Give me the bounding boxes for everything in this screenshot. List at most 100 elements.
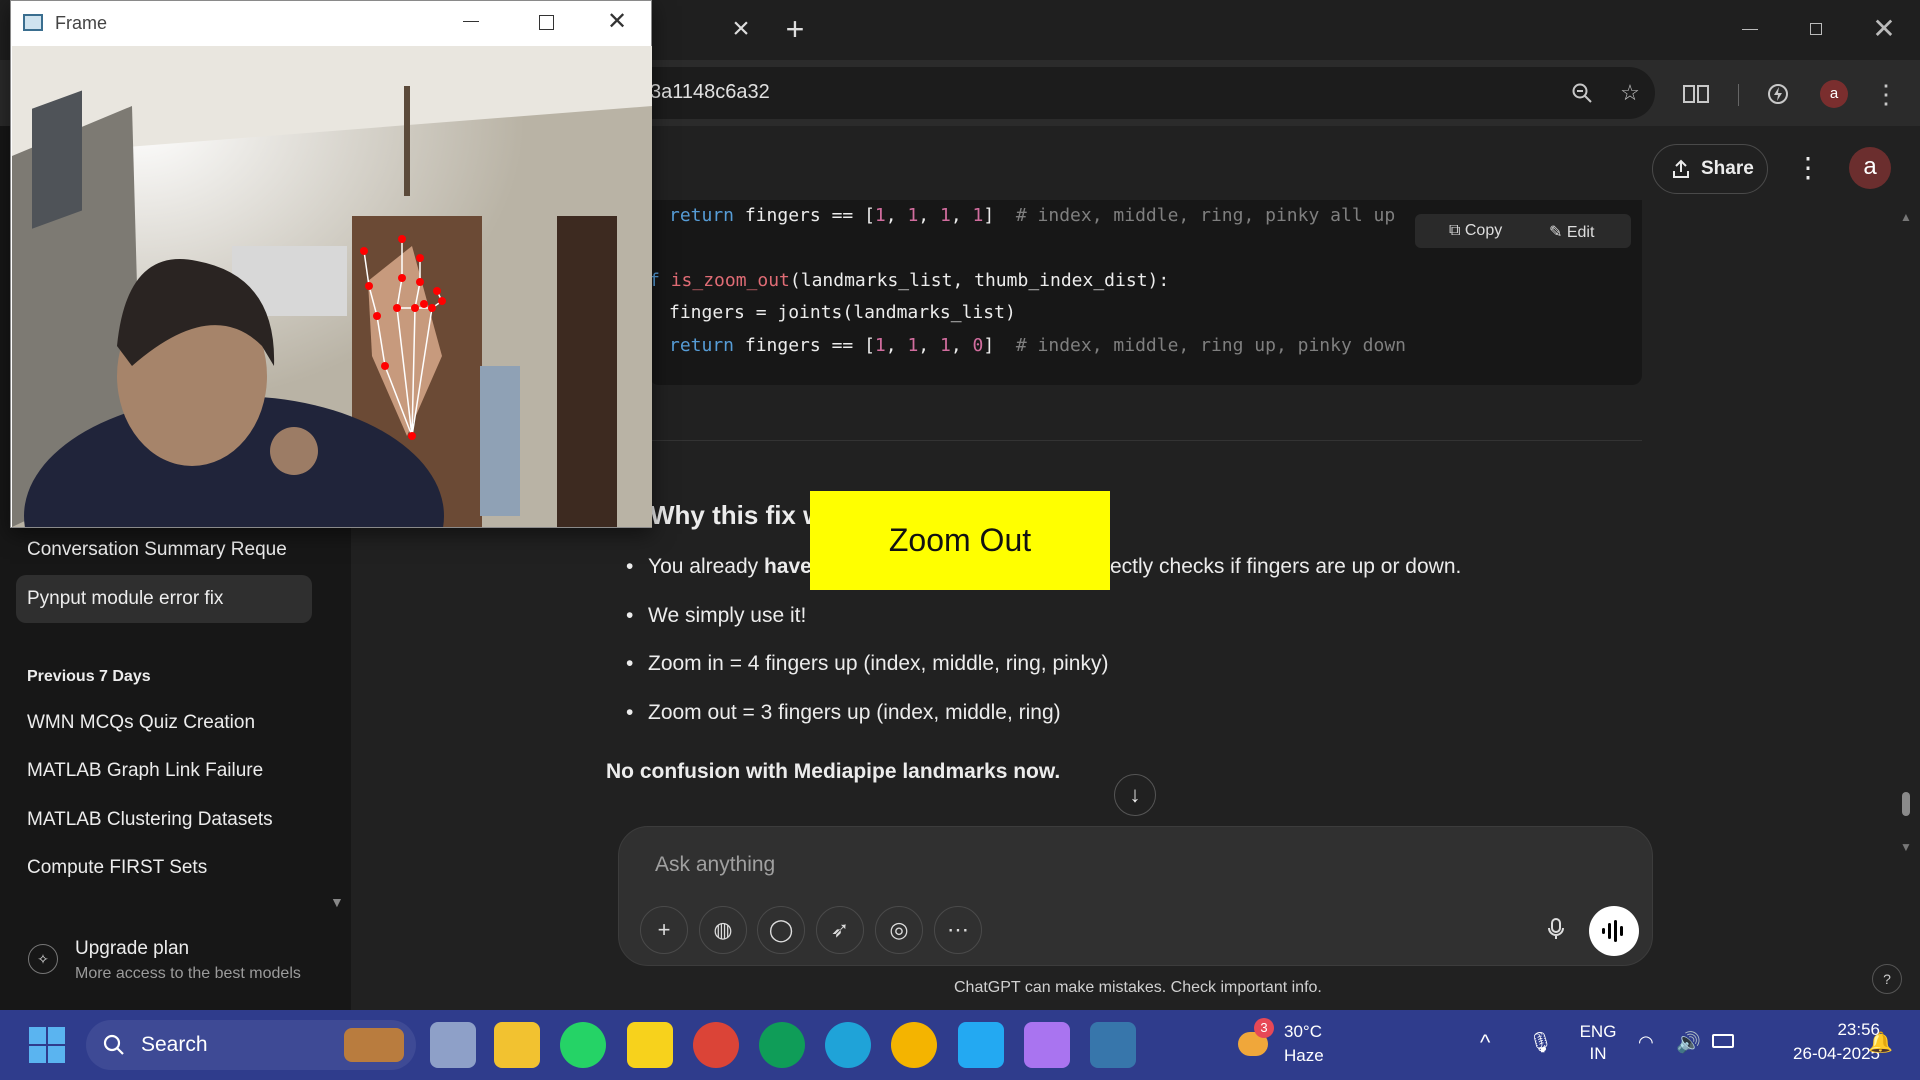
sidebar-item-label: Compute FIRST Sets bbox=[27, 857, 208, 878]
weather-temp: 30°C bbox=[1284, 1022, 1322, 1041]
notifications-icon[interactable]: 🔔 bbox=[1868, 1030, 1893, 1055]
frame-maximize-button[interactable] bbox=[539, 15, 554, 30]
answer-bullet: You already have bbox=[626, 555, 812, 579]
zoom-magnifier-icon[interactable] bbox=[1562, 73, 1602, 113]
start-button[interactable] bbox=[28, 1026, 66, 1064]
edit-code-button[interactable]: ✎ Edit bbox=[1549, 222, 1594, 242]
gesture-overlay-label: Zoom Out bbox=[810, 491, 1110, 590]
upgrade-subtitle: More access to the best models bbox=[75, 965, 301, 982]
answer-bullet-continued: ectly checks if fingers are up or down. bbox=[1110, 555, 1462, 578]
task-view-icon[interactable] bbox=[430, 1022, 476, 1068]
sidebar-item-label: MATLAB Clustering Datasets bbox=[27, 809, 273, 830]
browser-profile-avatar[interactable]: a bbox=[1820, 80, 1848, 108]
python-icon[interactable] bbox=[1090, 1022, 1136, 1068]
scroll-down-arrow-icon[interactable]: ▼ bbox=[1900, 840, 1912, 854]
whatsapp-icon[interactable] bbox=[560, 1022, 606, 1068]
chrome-icon[interactable] bbox=[693, 1022, 739, 1068]
taskbar-search-box[interactable]: Search bbox=[86, 1020, 416, 1070]
window-app-icon bbox=[23, 14, 43, 31]
sidebar-item-matlab-clustering[interactable]: MATLAB Clustering Datasets bbox=[16, 796, 312, 844]
clock[interactable]: 23:56 26-04-2025 bbox=[1756, 1020, 1880, 1070]
sidebar-item-first-sets[interactable]: Compute FIRST Sets bbox=[16, 844, 312, 892]
volume-icon[interactable]: 🔊 bbox=[1676, 1030, 1701, 1055]
chrome-profile-icon[interactable] bbox=[759, 1022, 805, 1068]
user-avatar[interactable]: a bbox=[1849, 147, 1891, 189]
weather-badge: 3 bbox=[1254, 1018, 1274, 1038]
upgrade-title: Upgrade plan bbox=[75, 938, 190, 959]
reason-button[interactable]: ◯ bbox=[757, 906, 805, 954]
wifi-icon[interactable]: ◠ bbox=[1638, 1032, 1654, 1053]
scroll-to-bottom-button[interactable]: ↓ bbox=[1114, 774, 1156, 816]
deep-research-button[interactable]: ➶ bbox=[816, 906, 864, 954]
copy-code-button[interactable]: ⧉ Copy bbox=[1449, 222, 1502, 240]
frame-close-button[interactable]: ✕ bbox=[607, 7, 627, 36]
frame-title-text: Frame bbox=[55, 13, 108, 33]
conversation-menu-icon[interactable]: ⋮ bbox=[1794, 148, 1822, 188]
copilot-icon[interactable] bbox=[1024, 1022, 1070, 1068]
show-hidden-icons-button[interactable]: ^ bbox=[1480, 1030, 1490, 1056]
sidebar-item-label: WMN MCQs Quiz Creation bbox=[27, 712, 256, 733]
frame-title-bar[interactable]: Frame ✕ bbox=[11, 1, 651, 45]
address-text: 3a1148c6a32 bbox=[650, 81, 770, 103]
page-scrollbar-thumb[interactable] bbox=[1902, 792, 1910, 816]
search-highlight-icon bbox=[344, 1028, 404, 1062]
edge-icon[interactable] bbox=[825, 1022, 871, 1068]
weather-widget[interactable]: 3 30°C Haze bbox=[1236, 1018, 1356, 1074]
answer-bullet: Zoom out = 3 fingers up (index, middle, … bbox=[626, 701, 1061, 725]
frame-minimize-button[interactable] bbox=[463, 21, 479, 22]
answer-heading: Why this fix w bbox=[650, 500, 824, 530]
help-button[interactable]: ? bbox=[1872, 964, 1902, 994]
upgrade-plan-button[interactable]: ✧ Upgrade plan More access to the best m… bbox=[16, 928, 336, 994]
add-attachment-button[interactable]: + bbox=[640, 906, 688, 954]
section-divider bbox=[618, 440, 1642, 441]
new-tab-button[interactable]: + bbox=[778, 10, 812, 48]
vscode-icon[interactable] bbox=[958, 1022, 1004, 1068]
create-image-button[interactable]: ◎ bbox=[875, 906, 923, 954]
globe-icon: ◍ bbox=[713, 917, 733, 942]
voice-wave-icon bbox=[1602, 920, 1623, 942]
code-line: return fingers == [1, 1, 1, 0] # index, … bbox=[669, 335, 1407, 356]
sidebar-item-label: MATLAB Graph Link Failure bbox=[27, 760, 264, 781]
dictate-button[interactable] bbox=[1532, 906, 1580, 954]
answer-conclusion: No confusion with Mediapipe landmarks no… bbox=[606, 760, 1061, 783]
scroll-up-arrow-icon[interactable]: ▲ bbox=[1900, 210, 1912, 224]
frame-window: Frame ✕ bbox=[10, 0, 652, 528]
sidebar-item-pynput-fix[interactable]: Pynput module error fix bbox=[16, 575, 312, 623]
web-search-button[interactable]: ◍ bbox=[699, 906, 747, 954]
voice-mode-button[interactable] bbox=[1589, 906, 1639, 956]
share-icon bbox=[1673, 159, 1689, 178]
share-button[interactable]: Share bbox=[1652, 144, 1768, 194]
weather-desc: Haze bbox=[1284, 1046, 1324, 1065]
sidebar-scroll-down-icon[interactable]: ▼ bbox=[330, 894, 344, 910]
message-input[interactable]: Ask anything bbox=[655, 853, 1555, 883]
disclaimer-text: ChatGPT can make mistakes. Check importa… bbox=[954, 979, 1322, 996]
reading-mode-icon[interactable] bbox=[1676, 74, 1716, 114]
image-brush-icon: ◎ bbox=[889, 917, 909, 942]
copy-icon: ⧉ bbox=[1449, 222, 1465, 239]
sidebar-item-wmn-quiz[interactable]: WMN MCQs Quiz Creation bbox=[16, 699, 312, 747]
restore-window-button[interactable] bbox=[1796, 14, 1836, 44]
language-indicator[interactable]: ENG IN bbox=[1576, 1022, 1620, 1068]
windows-logo-icon bbox=[29, 1027, 65, 1063]
bookmark-star-icon[interactable]: ☆ bbox=[1610, 73, 1650, 113]
sidebar-item-matlab-graph[interactable]: MATLAB Graph Link Failure bbox=[16, 747, 312, 795]
tab-close-button[interactable]: × bbox=[726, 12, 756, 46]
telescope-icon: ➶ bbox=[830, 917, 850, 942]
code-line: f is_zoom_out(landmarks_list, thumb_inde… bbox=[649, 270, 1170, 291]
close-window-button[interactable]: ✕ bbox=[1864, 10, 1904, 48]
file-explorer-icon[interactable] bbox=[494, 1022, 540, 1068]
edit-icon: ✎ bbox=[1549, 224, 1567, 241]
mic-tray-icon[interactable]: 🎙 bbox=[1528, 1030, 1553, 1055]
search-label: Search bbox=[141, 1033, 208, 1056]
battery-icon[interactable] bbox=[1712, 1034, 1734, 1048]
webcam-feed bbox=[12, 46, 652, 527]
browser-menu-icon[interactable]: ⋮ bbox=[1866, 74, 1906, 114]
minimize-window-button[interactable] bbox=[1730, 14, 1770, 44]
chrome-secondary-icon[interactable] bbox=[891, 1022, 937, 1068]
address-bar[interactable]: 3a1148c6a32 ☆ bbox=[610, 67, 1655, 119]
lightbulb-icon: ◯ bbox=[768, 917, 794, 942]
sidebar-item-conversation-summary[interactable]: Conversation Summary Reque bbox=[16, 526, 312, 603]
performance-icon[interactable] bbox=[1758, 74, 1798, 114]
more-tools-button[interactable]: ⋯ bbox=[934, 906, 982, 954]
sticky-notes-icon[interactable] bbox=[627, 1022, 673, 1068]
